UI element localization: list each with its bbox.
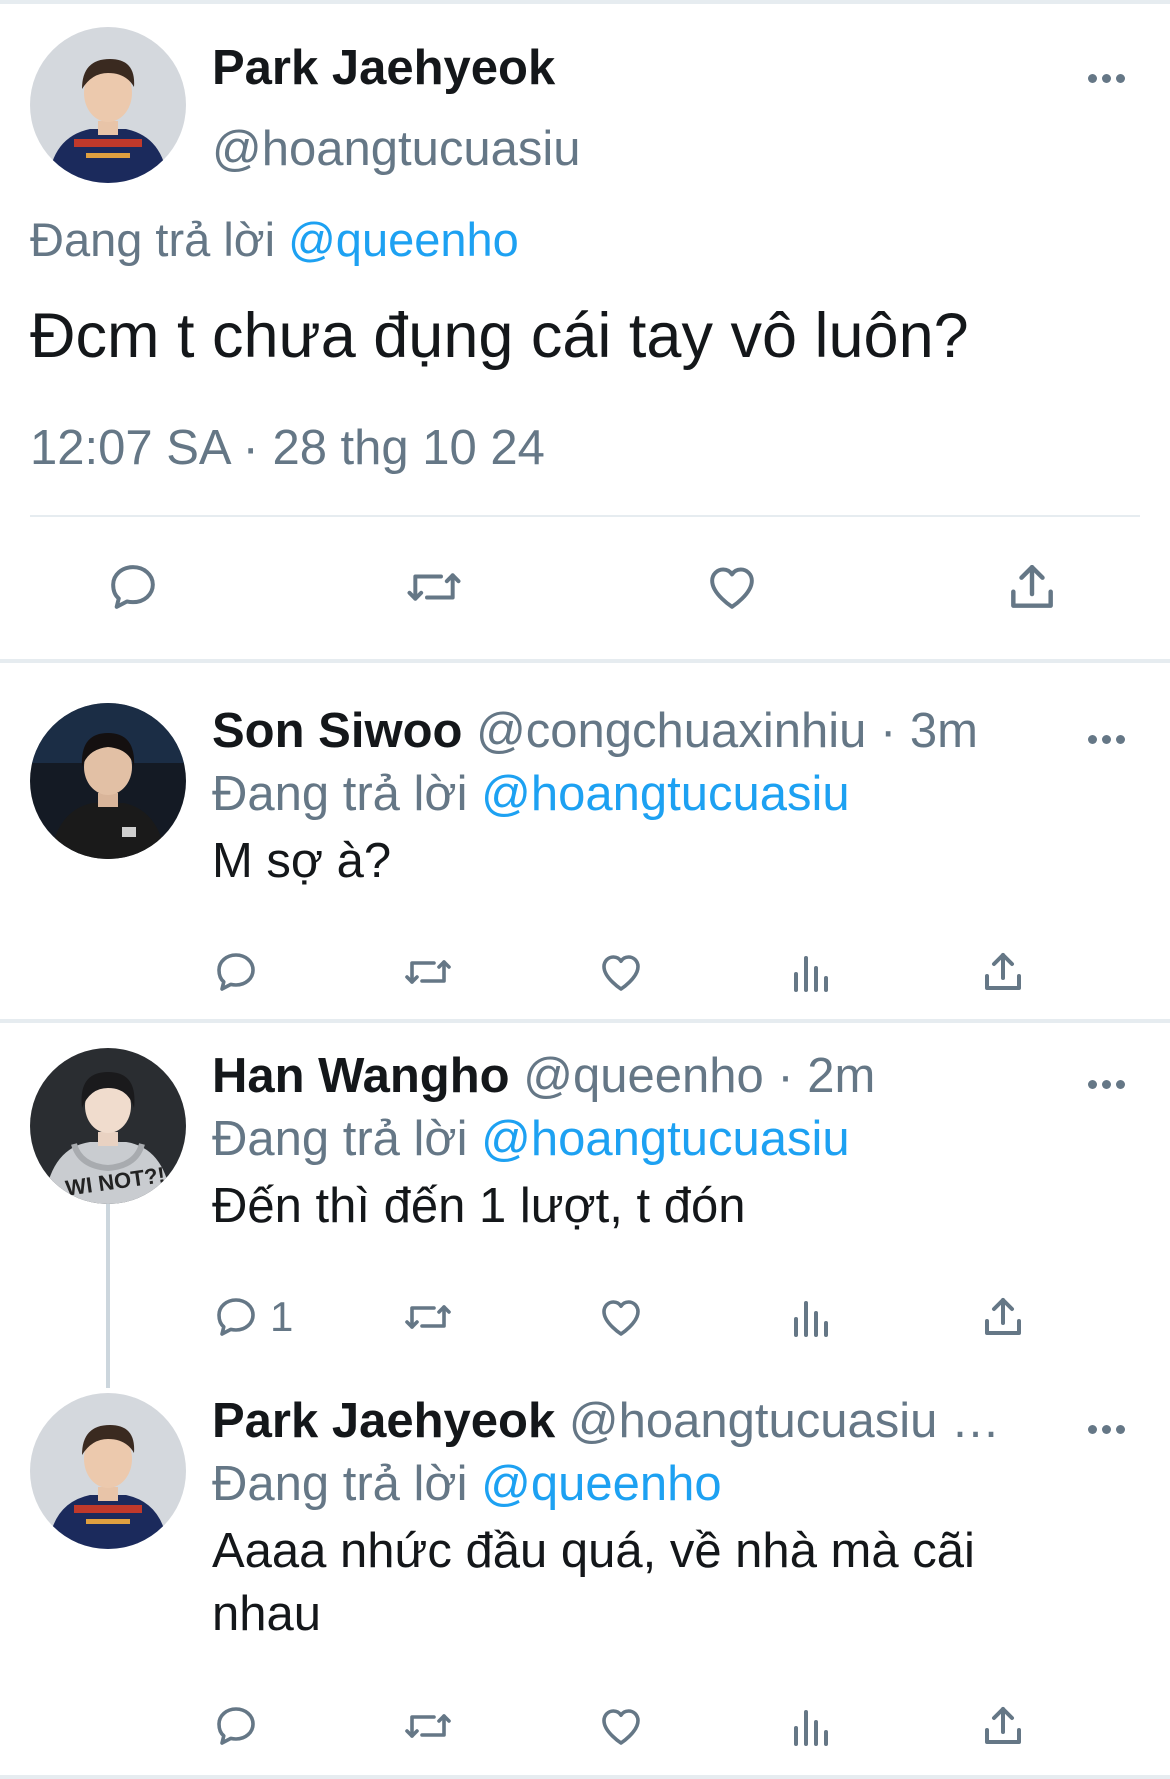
replying-to: Đang trả lời @queenho <box>212 1456 722 1512</box>
author-name[interactable]: Park Jaehyeok <box>212 1394 555 1448</box>
replying-to: Đang trả lời @hoangtucuasiu <box>212 766 850 822</box>
mention-link[interactable]: @hoangtucuasiu <box>481 1112 850 1166</box>
share-icon[interactable] <box>979 1293 1027 1341</box>
tweet-text: Đcm t chưa đụng cái tay vô luôn? <box>30 301 969 371</box>
replying-to-label: Đang trả lời <box>212 1457 468 1511</box>
author-name[interactable]: Park Jaehyeok <box>212 40 555 96</box>
reply-tweet[interactable]: WI NOT?! Han Wangho @queenho · 2m Đang t… <box>0 1048 1170 1358</box>
replying-to: Đang trả lời @hoangtucuasiu <box>212 1111 850 1167</box>
more-options-icon[interactable] <box>1088 74 1128 86</box>
analytics-icon[interactable] <box>790 1293 834 1341</box>
retweet-icon[interactable] <box>400 948 456 996</box>
divider <box>30 515 1140 517</box>
divider <box>0 1019 1170 1023</box>
avatar[interactable] <box>30 27 186 183</box>
share-icon[interactable] <box>979 948 1027 996</box>
author-handle-time[interactable]: @congchuaxinhiu · 3m <box>476 704 978 758</box>
tweet-text: Đến thì đến 1 lượt, t đón <box>212 1179 746 1233</box>
share-icon[interactable] <box>979 1702 1027 1750</box>
like-icon[interactable] <box>597 948 645 996</box>
author-handle[interactable]: @hoangtucuasiu <box>212 121 581 177</box>
reply-header: Park Jaehyeok @hoangtucuasiu … <box>212 1393 1000 1449</box>
avatar[interactable] <box>30 703 186 859</box>
divider <box>0 659 1170 663</box>
reply-tweet[interactable]: Park Jaehyeok @hoangtucuasiu … Đang trả … <box>0 1393 1170 1773</box>
divider <box>0 1775 1170 1779</box>
author-handle-time[interactable]: @queenho · 2m <box>523 1049 875 1103</box>
reply-count: 1 <box>270 1293 294 1340</box>
more-options-icon[interactable] <box>1088 1080 1128 1092</box>
tweet-timestamp[interactable]: 12:07 SA · 28 thg 10 24 <box>30 420 545 476</box>
retweet-icon[interactable] <box>402 559 466 615</box>
like-icon[interactable] <box>704 559 760 615</box>
analytics-icon[interactable] <box>790 1702 834 1750</box>
avatar[interactable]: WI NOT?! <box>30 1048 186 1204</box>
reply-tweet[interactable]: Son Siwoo @congchuaxinhiu · 3m Đang trả … <box>0 703 1170 1013</box>
retweet-icon[interactable] <box>400 1293 456 1341</box>
mention-link[interactable]: @queenho <box>288 213 519 266</box>
reply-header: Han Wangho @queenho · 2m <box>212 1048 875 1104</box>
replying-to: Đang trả lời @queenho <box>30 212 519 267</box>
replying-to-label: Đang trả lời <box>30 213 276 266</box>
main-tweet: Park Jaehyeok @hoangtucuasiu Đang trả lờ… <box>0 0 1170 662</box>
mention-link[interactable]: @hoangtucuasiu <box>481 767 850 821</box>
replying-to-label: Đang trả lời <box>212 1112 468 1166</box>
reply-icon[interactable] <box>212 948 270 996</box>
mention-link[interactable]: @queenho <box>481 1457 722 1511</box>
reply-icon[interactable]: 1 <box>212 1293 293 1341</box>
retweet-icon[interactable] <box>400 1702 456 1750</box>
tweet-text: Aaaa nhức đầu quá, về nhà mà cãi nhau <box>212 1524 975 1641</box>
like-icon[interactable] <box>597 1702 645 1750</box>
tweet-text: M sợ à? <box>212 834 392 888</box>
author-handle-time[interactable]: @hoangtucuasiu … <box>569 1394 1000 1448</box>
share-icon[interactable] <box>1004 559 1060 615</box>
replying-to-label: Đang trả lời <box>212 767 468 821</box>
more-options-icon[interactable] <box>1088 735 1128 747</box>
reply-icon[interactable] <box>212 1702 270 1750</box>
author-name[interactable]: Son Siwoo <box>212 704 462 758</box>
analytics-icon[interactable] <box>790 948 834 996</box>
reply-icon[interactable] <box>105 559 161 615</box>
reply-header: Son Siwoo @congchuaxinhiu · 3m <box>212 703 978 759</box>
avatar[interactable] <box>30 1393 186 1549</box>
author-name[interactable]: Han Wangho <box>212 1049 510 1103</box>
more-options-icon[interactable] <box>1088 1425 1128 1437</box>
like-icon[interactable] <box>597 1293 645 1341</box>
